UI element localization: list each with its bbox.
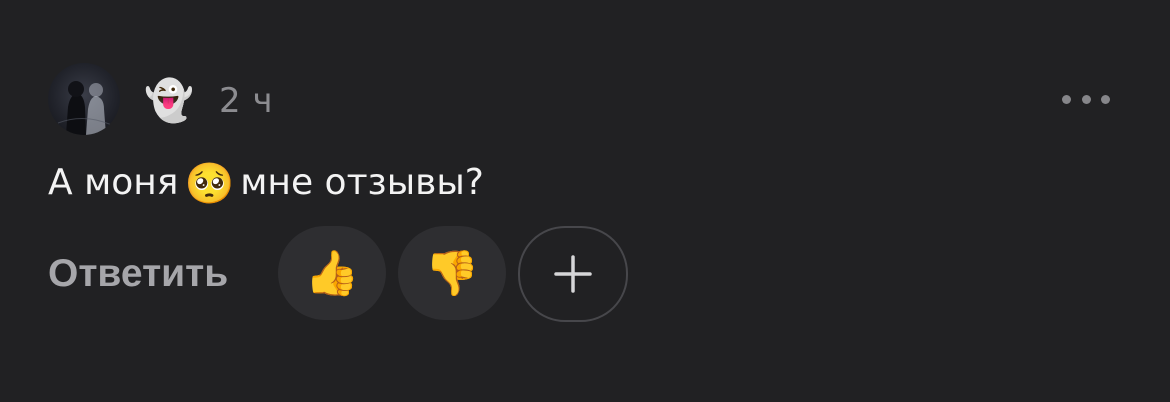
- comment-text-part: А моня: [48, 162, 179, 203]
- more-options-button[interactable]: [1062, 86, 1110, 112]
- add-reaction-button[interactable]: [518, 226, 628, 322]
- more-horizontal-icon-dot: [1081, 94, 1091, 104]
- author-emoji[interactable]: 👻: [144, 76, 194, 126]
- pleading-face-emoji: 🥺: [184, 161, 235, 207]
- more-horizontal-icon-dot: [1101, 94, 1110, 104]
- thumbs-up-reaction-button[interactable]: 👍: [278, 226, 386, 320]
- thumbs-down-reaction-button[interactable]: 👎: [398, 226, 506, 320]
- comment-text: А моня 🥺 мне отзывы?: [48, 158, 484, 209]
- comment-timestamp: 2 ч: [219, 81, 274, 121]
- reply-button[interactable]: Ответить: [48, 250, 228, 298]
- thumbs-up-icon: 👍: [304, 248, 360, 299]
- comment-text-part: мне отзывы?: [240, 162, 484, 203]
- more-horizontal-icon-dot: [1062, 94, 1071, 104]
- avatar[interactable]: [48, 63, 120, 135]
- plus-icon: [554, 255, 592, 293]
- comment-card: 👻 2 ч А моня 🥺 мне отзывы? Ответить 👍 👎: [0, 0, 1170, 402]
- thumbs-down-icon: 👎: [424, 248, 480, 299]
